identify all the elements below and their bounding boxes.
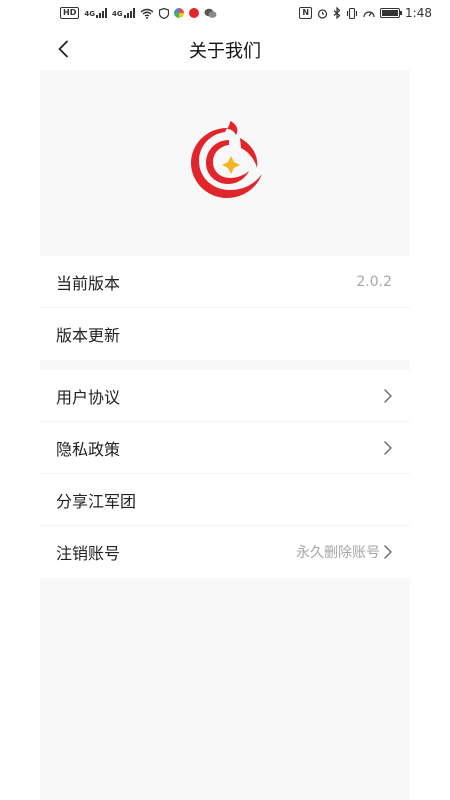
chevron-right-icon bbox=[384, 388, 392, 403]
status-left: HD 4G 4G bbox=[60, 7, 217, 19]
status-time: 1:48 bbox=[405, 6, 432, 20]
version-update-row[interactable]: 版本更新 bbox=[40, 308, 410, 360]
content-panel: 当前版本 2.0.2 版本更新 用户协议 隐私政策 分享江军团 注销账号 永久删… bbox=[40, 70, 410, 800]
current-version-row: 当前版本 2.0.2 bbox=[40, 256, 410, 308]
wechat-icon bbox=[204, 8, 217, 18]
current-version-value: 2.0.2 bbox=[356, 273, 392, 290]
chevron-right-icon bbox=[384, 545, 392, 559]
user-agreement-row[interactable]: 用户协议 bbox=[40, 370, 410, 422]
info-group: 用户协议 隐私政策 分享江军团 注销账号 永久删除账号 bbox=[40, 370, 410, 578]
speed-icon bbox=[363, 10, 375, 17]
wifi-icon bbox=[140, 8, 154, 19]
nfc-icon: N bbox=[299, 7, 313, 19]
cancel-account-label: 注销账号 bbox=[56, 544, 121, 563]
hd-icon: HD bbox=[60, 7, 80, 19]
privacy-policy-label: 隐私政策 bbox=[56, 439, 121, 459]
cancel-account-value: 永久删除账号 bbox=[296, 545, 380, 561]
header: 关于我们 bbox=[0, 26, 450, 72]
version-group: 当前版本 2.0.2 版本更新 bbox=[40, 256, 410, 360]
privacy-policy-row[interactable]: 隐私政策 bbox=[40, 422, 410, 474]
signal-icon: 4G bbox=[112, 8, 135, 18]
cancel-account-row[interactable]: 注销账号 永久删除账号 bbox=[40, 526, 410, 578]
logo-area bbox=[40, 70, 410, 256]
user-agreement-label: 用户协议 bbox=[56, 387, 121, 407]
share-row[interactable]: 分享江军团 bbox=[40, 474, 410, 526]
status-bar: HD 4G 4G N 1:48 bbox=[0, 0, 450, 26]
screen: HD 4G 4G N 1:48 关于我们 当前版本 2.0.2 版本更新 用户协… bbox=[0, 0, 450, 800]
app-logo bbox=[191, 121, 262, 198]
app-notification-icon bbox=[188, 8, 199, 18]
alarm-icon bbox=[317, 8, 328, 19]
chevron-right-icon bbox=[384, 440, 392, 455]
battery-icon bbox=[380, 8, 403, 18]
bluetooth-icon bbox=[333, 7, 341, 19]
version-update-label: 版本更新 bbox=[56, 326, 121, 345]
vibrate-icon bbox=[346, 7, 358, 19]
current-version-label: 当前版本 bbox=[56, 273, 121, 293]
app-notification-icon bbox=[173, 8, 184, 18]
share-label: 分享江军团 bbox=[56, 491, 137, 511]
shield-icon bbox=[158, 7, 169, 19]
status-right: N 1:48 bbox=[299, 6, 432, 20]
signal-icon: 4G bbox=[84, 8, 107, 18]
page-title: 关于我们 bbox=[189, 41, 261, 62]
